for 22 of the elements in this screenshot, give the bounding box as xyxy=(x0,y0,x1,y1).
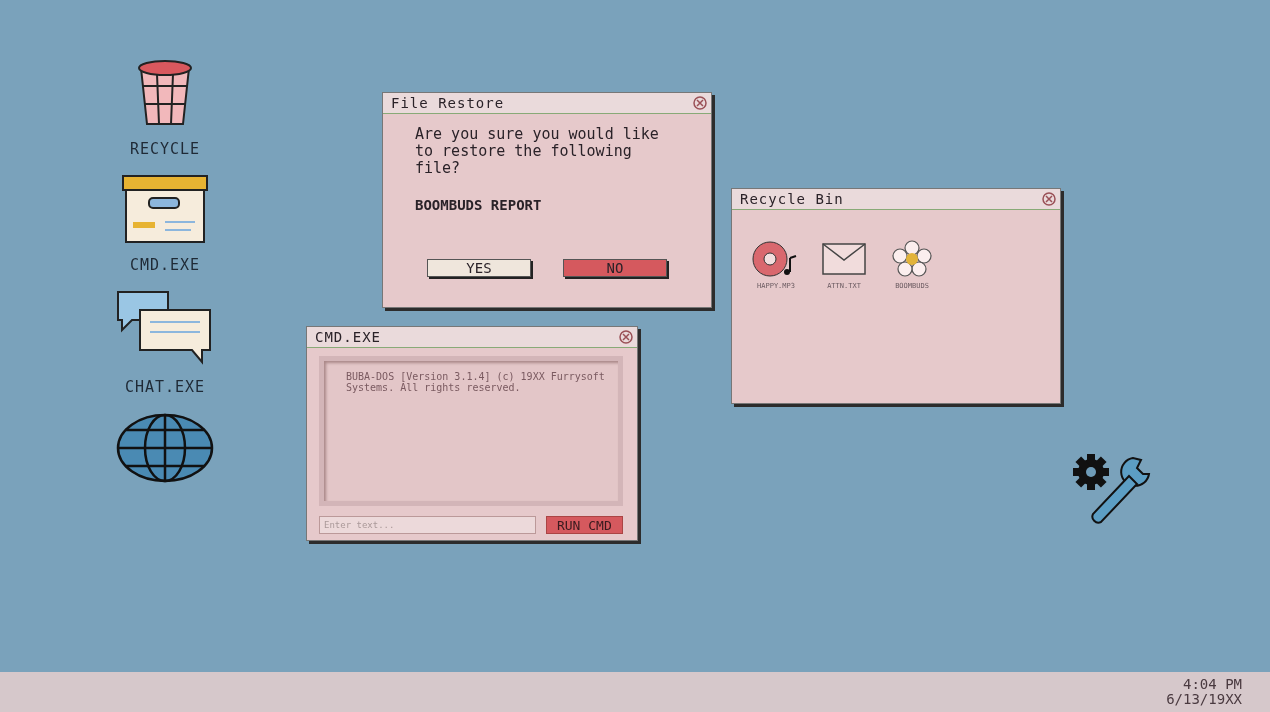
envelope-icon[interactable] xyxy=(820,240,868,278)
window-title: CMD.EXE xyxy=(315,329,381,345)
close-icon[interactable] xyxy=(619,330,633,344)
cancel-button[interactable]: NO xyxy=(563,259,667,277)
icon-label[interactable]: CHAT.EXE xyxy=(124,378,206,396)
console-output: BUBA-DOS [Version 3.1.4] (c) 19XX Furrysoft Systems. All rights reserved. xyxy=(346,371,606,393)
command-input[interactable]: Enter text... xyxy=(319,516,536,534)
clock-date: 6/13/19XX xyxy=(1166,692,1242,707)
globe-icon[interactable] xyxy=(115,412,215,484)
run-button[interactable]: RUN CMD xyxy=(545,516,623,534)
icon-label[interactable]: RECYCLE xyxy=(129,140,201,158)
dialog-message: Are you sure you would like to restore the following file? xyxy=(415,126,660,177)
file-box-icon[interactable] xyxy=(121,174,209,244)
clock-time: 4:04 PM xyxy=(1183,677,1242,692)
chat-bubbles-icon[interactable] xyxy=(116,290,214,366)
file-name: BOOMBUDS REPORT xyxy=(415,197,543,213)
window-title: File Restore xyxy=(391,95,505,111)
icon-label[interactable]: CMD.EXE xyxy=(129,256,201,274)
close-icon[interactable] xyxy=(1042,192,1056,206)
confirm-button[interactable]: YES xyxy=(427,259,531,277)
close-icon[interactable] xyxy=(693,96,707,110)
window-title: Recycle Bin xyxy=(740,191,844,207)
